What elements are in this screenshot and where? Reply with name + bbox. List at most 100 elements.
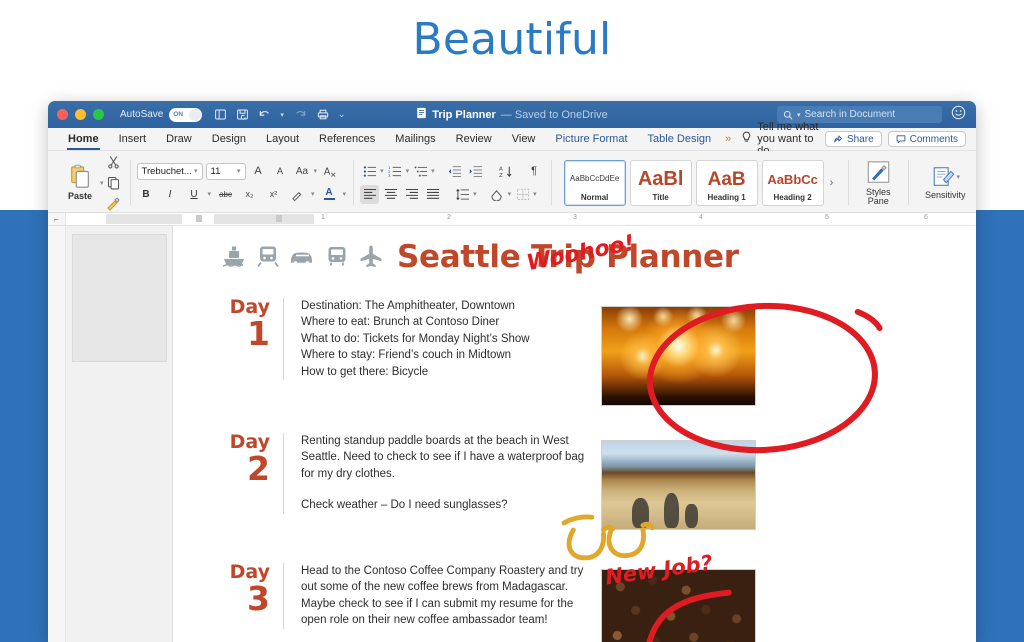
concert-photo[interactable] — [601, 306, 756, 406]
change-case-button[interactable]: Aa — [293, 162, 312, 181]
bullet-list-chevron-down-icon[interactable]: ▾ — [380, 167, 384, 175]
strikethrough-button[interactable]: abc — [216, 185, 235, 204]
tab-design[interactable]: Design — [202, 128, 256, 150]
shrink-font-button[interactable]: A — [271, 162, 290, 181]
cut-icon[interactable] — [104, 152, 123, 171]
print-layout-icon[interactable] — [214, 108, 227, 121]
justify-icon[interactable] — [423, 185, 442, 204]
multilevel-list-chevron-down-icon[interactable]: ▾ — [431, 167, 435, 175]
underline-button[interactable]: U — [185, 185, 204, 204]
underline-chevron-down-icon[interactable]: ▾ — [208, 190, 212, 198]
print-icon[interactable] — [316, 108, 330, 121]
ruler-corner-tab-selector[interactable]: ⌐ — [48, 213, 66, 225]
font-size-select[interactable]: 11 ▾ — [205, 162, 246, 180]
ruler-tab-stop-1[interactable] — [196, 215, 202, 222]
highlight-chevron-down-icon[interactable]: ▾ — [311, 190, 315, 198]
tab-mailings[interactable]: Mailings — [385, 128, 445, 150]
style-heading-1[interactable]: AaB Heading 1 — [695, 159, 758, 206]
styles-gallery-more-icon[interactable]: › — [828, 177, 836, 189]
save-icon[interactable] — [236, 108, 249, 121]
shading-chevron-down-icon[interactable]: ▾ — [508, 190, 512, 198]
style-heading-2-label: Heading 2 — [773, 192, 812, 202]
tab-layout[interactable]: Layout — [256, 128, 309, 150]
line-spacing-chevron-down-icon[interactable]: ▾ — [473, 190, 477, 198]
undo-icon[interactable] — [258, 108, 272, 121]
tab-references[interactable]: References — [309, 128, 385, 150]
grow-font-button[interactable]: A — [249, 162, 268, 181]
document-page[interactable]: Seattle Trip Planner Day 1 Destination: … — [173, 226, 976, 642]
page-thumbnail[interactable] — [72, 234, 167, 362]
superscript-button[interactable]: x² — [264, 185, 283, 204]
bullet-list-icon[interactable] — [360, 162, 379, 181]
paste-button[interactable]: Paste — [59, 164, 101, 201]
thumbnail-pane[interactable] — [66, 226, 173, 642]
tab-draw[interactable]: Draw — [156, 128, 202, 150]
redo-icon[interactable] — [293, 108, 307, 121]
sensitivity-button[interactable]: ▾ Sensitivity — [915, 165, 975, 200]
day-3-text[interactable]: Head to the Contoso Coffee Company Roast… — [301, 563, 599, 629]
sensitivity-icon — [933, 167, 954, 186]
align-center-icon[interactable] — [381, 185, 400, 204]
day-1-text[interactable]: Destination: The Amphitheater, Downtown … — [301, 298, 599, 380]
vertical-ruler[interactable] — [48, 226, 66, 642]
share-button[interactable]: Share — [824, 131, 882, 147]
tab-home[interactable]: Home — [58, 128, 109, 150]
tab-insert[interactable]: Insert — [109, 128, 157, 150]
autosave-toggle[interactable]: ON — [169, 107, 203, 122]
italic-button[interactable]: I — [161, 185, 180, 204]
tab-picture-format[interactable]: Picture Format — [545, 128, 637, 150]
align-right-icon[interactable] — [402, 185, 421, 204]
shading-icon[interactable] — [488, 185, 507, 204]
beach-photo[interactable] — [601, 440, 756, 530]
horizontal-ruler[interactable]: 1 2 3 4 5 6 — [66, 213, 976, 225]
zoom-icon[interactable] — [93, 109, 104, 120]
smiley-feedback-icon[interactable] — [951, 105, 966, 125]
close-icon[interactable] — [57, 109, 68, 120]
clear-formatting-icon[interactable]: A — [320, 162, 339, 181]
copy-icon[interactable] — [104, 173, 123, 192]
line-spacing-icon[interactable] — [453, 185, 472, 204]
font-name-chevron-down-icon[interactable]: ▾ — [194, 167, 198, 175]
styles-pane-button[interactable]: Styles Pane — [855, 160, 901, 206]
strikethrough-label: abc — [219, 189, 232, 199]
increase-indent-icon[interactable] — [467, 162, 486, 181]
font-color-button[interactable]: A — [320, 185, 339, 204]
font-name-select[interactable]: Trebuchet... ▾ — [136, 162, 203, 180]
change-case-chevron-down-icon[interactable]: ▾ — [314, 167, 318, 175]
multilevel-list-icon[interactable] — [411, 162, 430, 181]
tab-view[interactable]: View — [502, 128, 546, 150]
font-color-chevron-down-icon[interactable]: ▾ — [343, 190, 347, 198]
day-2-text[interactable]: Renting standup paddle boards at the bea… — [301, 433, 599, 514]
tab-overflow-icon[interactable]: » — [721, 128, 735, 150]
borders-icon[interactable] — [513, 185, 532, 204]
font-size-chevron-down-icon[interactable]: ▾ — [237, 167, 241, 175]
style-title[interactable]: AaBl Title — [629, 159, 692, 206]
ruler-number-4: 4 — [699, 214, 703, 221]
save-status: — Saved to OneDrive — [500, 108, 608, 121]
tab-table-design[interactable]: Table Design — [638, 128, 722, 150]
bold-button[interactable]: B — [137, 185, 156, 204]
undo-chevron-down-icon[interactable]: ▾ — [280, 111, 284, 119]
format-painter-icon[interactable] — [104, 194, 123, 213]
window-controls[interactable] — [57, 109, 104, 120]
numbered-list-chevron-down-icon[interactable]: ▾ — [406, 167, 410, 175]
text-highlight-icon[interactable] — [288, 185, 307, 204]
borders-chevron-down-icon[interactable]: ▾ — [533, 190, 537, 198]
align-left-icon[interactable] — [360, 184, 380, 204]
decrease-indent-icon[interactable] — [446, 162, 465, 181]
show-formatting-marks-icon[interactable]: ¶ — [525, 162, 544, 181]
sort-icon[interactable]: AZ — [497, 162, 516, 181]
ruler-tab-stop-2[interactable] — [276, 215, 282, 222]
minimize-icon[interactable] — [75, 109, 86, 120]
shrink-font-label: A — [277, 166, 284, 176]
comments-button[interactable]: Comments — [887, 131, 966, 147]
numbered-list-icon[interactable]: 123 — [386, 162, 405, 181]
sensitivity-chevron-down-icon[interactable]: ▾ — [957, 173, 961, 181]
tab-review[interactable]: Review — [446, 128, 502, 150]
style-normal[interactable]: AaBbCcDdEe Normal — [563, 159, 626, 206]
customize-toolbar-icon[interactable]: ⌄ — [338, 109, 346, 120]
style-heading-2[interactable]: AaBbCc Heading 2 — [761, 159, 824, 206]
search-chevron-down-icon[interactable]: ▾ — [797, 111, 801, 119]
image-resize-handle[interactable] — [753, 307, 755, 309]
subscript-button[interactable]: x₂ — [240, 185, 259, 204]
